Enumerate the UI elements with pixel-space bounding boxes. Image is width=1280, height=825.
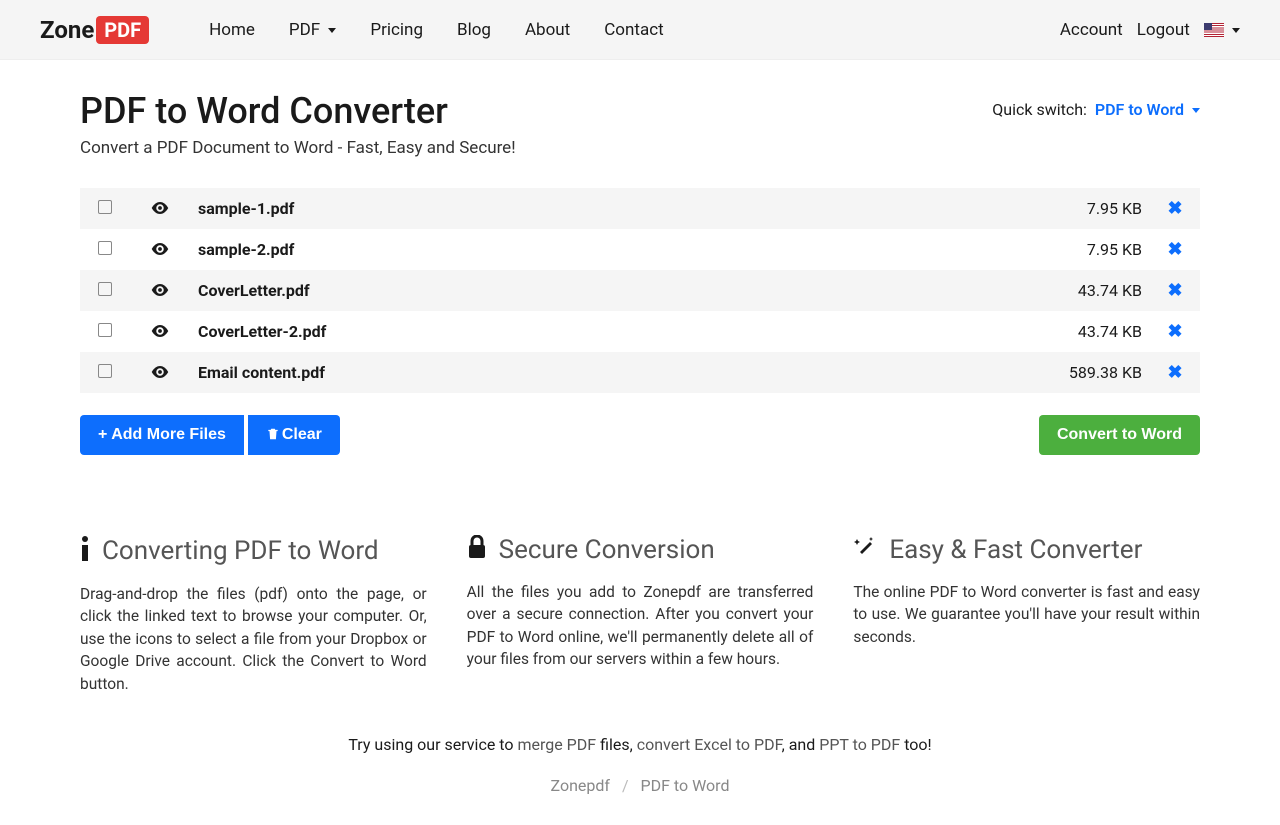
nav-links: Home PDF Pricing Blog About Contact [209,20,1060,40]
quick-switch-dropdown[interactable]: PDF to Word [1095,100,1200,119]
header-row: PDF to Word Converter Convert a PDF Docu… [80,90,1200,158]
breadcrumb-current: PDF to Word [641,776,730,795]
nav-logout[interactable]: Logout [1137,20,1190,40]
file-checkbox[interactable] [98,364,112,378]
info-title: Secure Conversion [499,535,715,565]
page-subtitle: Convert a PDF Document to Word - Fast, E… [80,138,516,158]
nav-home[interactable]: Home [209,20,255,40]
file-checkbox[interactable] [98,200,112,214]
info-row: Converting PDF to Word Drag-and-drop the… [80,535,1200,695]
info-text: The online PDF to Word converter is fast… [853,581,1200,648]
file-name: sample-2.pdf [190,229,850,270]
file-table: sample-1.pdf7.95 KB ✖ sample-2.pdf7.95 KB ✖… [80,188,1200,393]
eye-icon[interactable] [151,281,169,300]
chevron-down-icon [1232,28,1240,33]
info-col-converting: Converting PDF to Word Drag-and-drop the… [80,535,427,695]
remove-icon[interactable]: ✖ [1167,362,1182,383]
file-name: CoverLetter.pdf [190,270,850,311]
info-title: Converting PDF to Word [102,536,379,566]
nav-pdf-label: PDF [289,20,320,40]
nav-pdf-dropdown[interactable]: PDF [289,20,337,40]
clear-label: Clear [282,426,322,443]
nav-right: Account Logout [1060,20,1240,40]
info-col-fast: Easy & Fast Converter The online PDF to … [853,535,1200,695]
logo[interactable]: Zone PDF [40,16,149,44]
breadcrumb: Zonepdf / PDF to Word [80,776,1200,795]
file-checkbox[interactable] [98,241,112,255]
chevron-down-icon [328,28,336,33]
header-titles: PDF to Word Converter Convert a PDF Docu… [80,90,516,158]
eye-icon[interactable] [151,199,169,218]
navbar: Zone PDF Home PDF Pricing Blog About Con… [0,0,1280,60]
nav-pricing[interactable]: Pricing [370,20,423,40]
remove-icon[interactable]: ✖ [1167,198,1182,219]
quick-switch-label: Quick switch: [992,100,1087,119]
remove-icon[interactable]: ✖ [1167,321,1182,342]
us-flag-icon [1204,23,1224,37]
nav-contact[interactable]: Contact [604,20,663,40]
file-row: Email content.pdf589.38 KB ✖ [80,352,1200,393]
info-head: Converting PDF to Word [80,535,427,567]
file-size: 43.74 KB [850,270,1150,311]
magic-wand-icon [853,535,877,565]
nav-blog[interactable]: Blog [457,20,491,40]
file-size: 43.74 KB [850,311,1150,352]
eye-icon[interactable] [151,322,169,341]
main-container: PDF to Word Converter Convert a PDF Docu… [40,60,1240,825]
file-checkbox[interactable] [98,282,112,296]
promo-link-excel[interactable]: convert Excel to PDF [637,735,782,754]
nav-account[interactable]: Account [1060,20,1123,40]
info-head: Secure Conversion [467,535,814,565]
left-action-group: + Add More Files Clear [80,415,340,455]
file-row: CoverLetter.pdf43.74 KB ✖ [80,270,1200,311]
remove-icon[interactable]: ✖ [1167,280,1182,301]
file-size: 7.95 KB [850,229,1150,270]
logo-text-pdf: PDF [96,16,149,44]
quick-switch: Quick switch: PDF to Word [992,90,1200,119]
nav-about[interactable]: About [525,20,570,40]
file-checkbox[interactable] [98,323,112,337]
promo-text: Try using our service to merge PDF files… [80,735,1200,754]
eye-icon[interactable] [151,240,169,259]
page-title: PDF to Word Converter [80,90,516,132]
info-text: All the files you add to Zonepdf are tra… [467,581,814,671]
breadcrumb-sep: / [622,776,629,795]
clear-button[interactable]: Clear [248,415,340,455]
chevron-down-icon [1192,108,1200,113]
action-row: + Add More Files Clear Convert to Word [80,415,1200,455]
trash-icon [266,426,282,443]
quick-switch-value: PDF to Word [1095,100,1184,119]
language-dropdown[interactable] [1204,20,1240,40]
info-head: Easy & Fast Converter [853,535,1200,565]
info-icon [80,535,90,567]
promo-link-ppt[interactable]: PPT to PDF [819,735,900,754]
add-more-files-button[interactable]: + Add More Files [80,415,244,455]
file-size: 7.95 KB [850,188,1150,229]
file-size: 589.38 KB [850,352,1150,393]
logo-text-zone: Zone [40,16,94,44]
eye-icon[interactable] [151,363,169,382]
file-row: CoverLetter-2.pdf43.74 KB ✖ [80,311,1200,352]
file-row: sample-2.pdf7.95 KB ✖ [80,229,1200,270]
info-text: Drag-and-drop the files (pdf) onto the p… [80,583,427,695]
file-name: CoverLetter-2.pdf [190,311,850,352]
remove-icon[interactable]: ✖ [1167,239,1182,260]
promo-link-merge[interactable]: merge PDF [517,735,596,754]
info-col-secure: Secure Conversion All the files you add … [467,535,814,695]
lock-icon [467,535,487,565]
breadcrumb-root[interactable]: Zonepdf [551,776,610,795]
info-title: Easy & Fast Converter [889,535,1142,565]
convert-to-word-button[interactable]: Convert to Word [1039,415,1200,455]
file-name: Email content.pdf [190,352,850,393]
file-row: sample-1.pdf7.95 KB ✖ [80,188,1200,229]
file-name: sample-1.pdf [190,188,850,229]
